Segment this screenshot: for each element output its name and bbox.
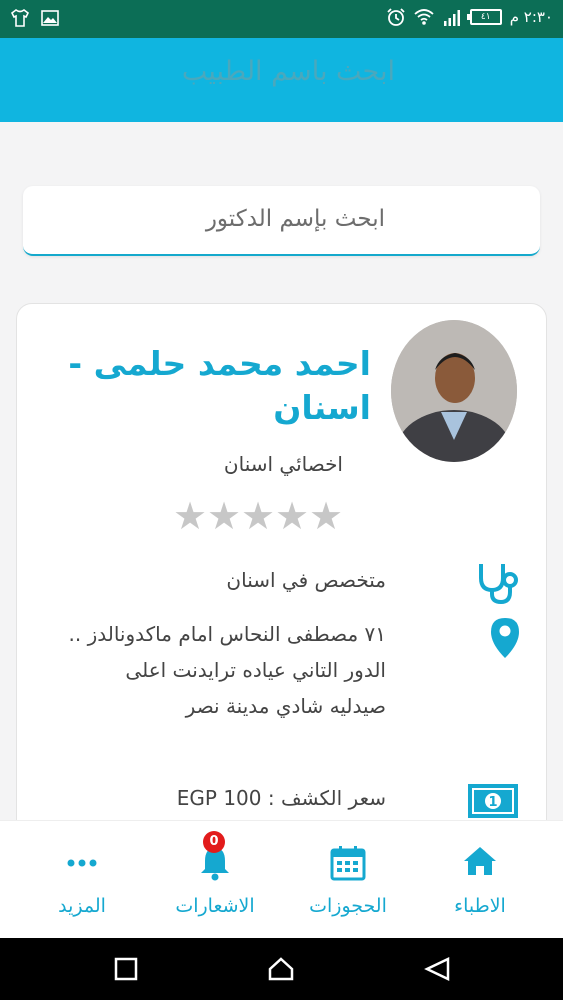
more-dots-icon: [67, 859, 97, 867]
nav-notifications[interactable]: 0 الاشعارات: [155, 821, 275, 939]
nav-bookings[interactable]: الحجوزات: [288, 821, 408, 939]
notification-badge: 0: [203, 831, 225, 853]
specialized-in: متخصص في اسنان: [226, 568, 386, 592]
money-icon: 1: [468, 784, 518, 818]
search-placeholder: ابحث بإسم الدكتور: [205, 206, 385, 232]
status-bar: ٤١ ٢:٣٠ م: [0, 0, 563, 38]
status-time: ٢:٣٠ م: [509, 8, 553, 26]
doctor-name[interactable]: احمد محمد حلمى - اسنان: [51, 342, 371, 430]
image-icon: [41, 10, 59, 26]
recents-icon[interactable]: [114, 957, 138, 981]
doctor-address: ٧١ مصطفى النحاس امام ماكدونالدز .. الدور…: [68, 622, 386, 718]
nav-doctors[interactable]: الاطباء: [420, 821, 540, 939]
doctor-price: سعر الكشف : EGP 100: [176, 786, 386, 810]
nav-notifications-label: الاشعارات: [175, 895, 255, 917]
star-icon: ★: [241, 494, 276, 538]
svg-text:1: 1: [488, 795, 497, 810]
nav-bookings-label: الحجوزات: [309, 895, 387, 917]
signal-icon: [443, 10, 460, 26]
nav-more-label: المزيد: [58, 895, 106, 917]
doctor-specialty: اخصائي اسنان: [223, 452, 343, 476]
nav-more[interactable]: المزيد: [22, 821, 142, 939]
app-bar: ابحث باسم الطبيب: [0, 38, 563, 122]
star-icon: ★: [207, 494, 242, 538]
system-nav-bar: [0, 938, 563, 1000]
doctor-card[interactable]: احمد محمد حلمى - اسنان اخصائي اسنان ★ ★ …: [16, 303, 547, 903]
wifi-icon: [414, 9, 434, 25]
location-pin-icon: [491, 618, 519, 658]
back-icon[interactable]: [424, 957, 450, 981]
bottom-nav: الاطباء الحجوزات 0 الاشعارات المزيد: [0, 820, 563, 938]
page-title: ابحث باسم الطبيب: [181, 56, 395, 87]
star-icon: ★: [309, 494, 344, 538]
avatar: [391, 320, 517, 462]
stethoscope-icon: [479, 564, 518, 605]
star-icon: ★: [173, 494, 208, 538]
search-input[interactable]: ابحث بإسم الدكتور: [23, 186, 540, 256]
alarm-icon: [387, 8, 405, 26]
shirt-icon: [10, 9, 30, 27]
star-icon: ★: [275, 494, 310, 538]
battery-icon: ٤١: [466, 9, 502, 25]
rating-stars: ★ ★ ★ ★ ★: [173, 496, 343, 536]
calendar-icon: [330, 846, 366, 881]
home-icon: [464, 847, 496, 875]
nav-doctors-label: الاطباء: [454, 895, 506, 917]
home-button-icon[interactable]: [268, 957, 294, 981]
